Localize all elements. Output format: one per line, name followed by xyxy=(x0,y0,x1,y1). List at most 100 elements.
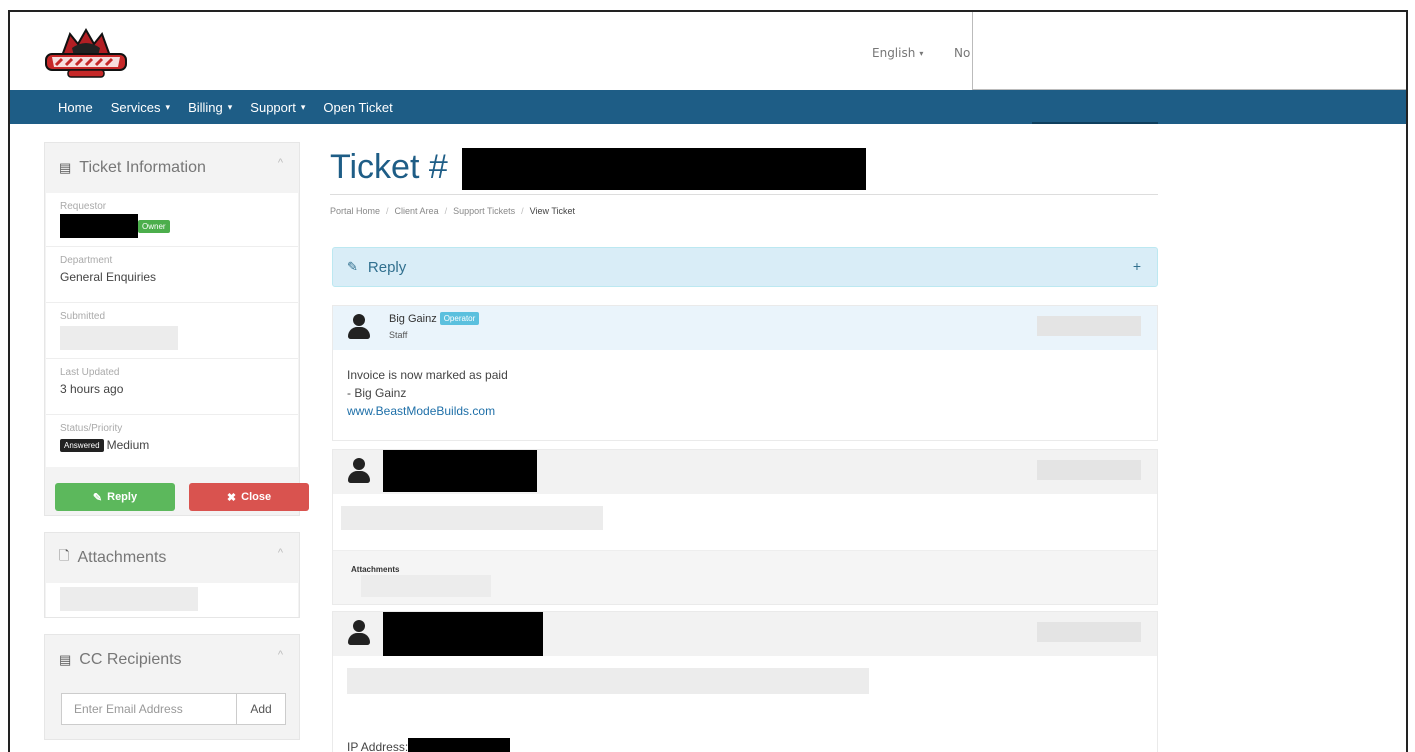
ticket-information-title: Ticket Information xyxy=(79,159,206,176)
staff-message-body: Invoice is now marked as paid - Big Gain… xyxy=(333,350,1157,436)
requestor-label: Requestor xyxy=(60,201,107,212)
breadcrumb-support-tickets[interactable]: Support Tickets xyxy=(453,206,515,216)
ticket-information-panel: ▤ Ticket Information ^ Requestor Owner D… xyxy=(44,142,309,516)
add-button[interactable]: Add xyxy=(236,693,286,725)
breadcrumb: Portal Home / Client Area / Support Tick… xyxy=(330,206,575,216)
nav-support-label: Support xyxy=(250,99,296,115)
owner-badge: Owner xyxy=(138,219,170,233)
client-message-2: IP Address: xyxy=(332,611,1158,752)
nav-open-ticket[interactable]: Open Ticket xyxy=(323,100,392,115)
chevron-up-icon[interactable]: ^ xyxy=(278,157,283,169)
last-updated-value: 3 hours ago xyxy=(60,382,124,396)
nav-services[interactable]: Services ▾ xyxy=(111,100,170,115)
chevron-up-icon[interactable]: ^ xyxy=(278,649,283,661)
attachments-panel: 🗋 Attachments ^ xyxy=(44,532,300,618)
message-date-blurred xyxy=(1037,316,1141,336)
breadcrumb-portal-home[interactable]: Portal Home xyxy=(330,206,380,216)
beastmode-logo[interactable] xyxy=(42,26,130,82)
attachments-body xyxy=(46,583,298,617)
ticket-information-header[interactable]: ▤ Ticket Information ^ xyxy=(45,143,299,193)
staff-message-header: Big Gainz Operator Staff xyxy=(333,306,1157,350)
chevron-down-icon: ▾ xyxy=(919,48,924,58)
status-priority-row: Status/Priority Answered Medium xyxy=(46,415,298,467)
reply-toggle-bar[interactable]: ✎ Reply + xyxy=(332,247,1158,287)
pencil-icon: ✎ xyxy=(92,491,103,504)
staff-name: Big Gainz Operator xyxy=(389,312,480,325)
user-avatar-icon xyxy=(345,456,373,490)
page-title: Ticket # xyxy=(330,148,448,186)
staff-name-text: Big Gainz xyxy=(389,312,437,325)
reply-button[interactable]: ✎ Reply xyxy=(55,483,175,511)
nav-home-label: Home xyxy=(58,99,93,115)
attachments-label: Attachments xyxy=(351,565,400,574)
last-updated-label: Last Updated xyxy=(60,367,120,378)
cc-recipients-panel: ▤ CC Recipients ^ Enter Email Address Ad… xyxy=(44,634,300,740)
department-value: General Enquiries xyxy=(60,270,157,284)
staff-role: Staff xyxy=(389,330,408,340)
reply-bar-label: Reply xyxy=(367,258,407,276)
ip-address-redacted xyxy=(408,738,511,752)
pencil-icon: ✎ xyxy=(347,259,358,274)
nav-services-label: Services xyxy=(110,99,161,115)
department-row: Department General Enquiries xyxy=(46,247,298,303)
language-selector[interactable]: English ▾ xyxy=(872,46,923,60)
user-avatar-icon xyxy=(345,618,373,652)
message-text-blurred xyxy=(341,506,603,530)
attachment-link-blurred[interactable] xyxy=(361,575,491,597)
attachments-title: Attachments xyxy=(77,549,167,566)
cc-icon: ▤ xyxy=(59,652,72,667)
priority-value: Medium xyxy=(106,438,150,452)
client-message-2-body: IP Address: xyxy=(333,656,1157,752)
submitted-value-blurred xyxy=(60,326,178,350)
plus-icon[interactable]: + xyxy=(1133,258,1141,274)
nav-home[interactable]: Home xyxy=(58,100,93,115)
cc-recipients-header[interactable]: ▤ CC Recipients ^ xyxy=(45,635,299,685)
website-link[interactable]: www.BeastModeBuilds.com xyxy=(347,402,1143,420)
email-field[interactable]: Enter Email Address xyxy=(61,693,237,725)
client-name-redacted xyxy=(383,612,543,656)
submitted-label: Submitted xyxy=(60,311,106,322)
user-avatar-icon xyxy=(345,312,373,346)
submitted-row: Submitted xyxy=(46,303,298,359)
client-message-2-header xyxy=(333,612,1157,656)
client-message-1: Attachments xyxy=(332,449,1158,605)
client-name-redacted xyxy=(383,450,537,492)
chevron-up-icon[interactable]: ^ xyxy=(278,547,283,559)
reply-button-label: Reply xyxy=(107,491,138,503)
attachments-row: Attachments xyxy=(333,550,1157,604)
nav-billing-label: Billing xyxy=(188,99,223,115)
breadcrumb-separator: / xyxy=(386,206,389,216)
ticket-information-body: Requestor Owner Department General Enqui… xyxy=(46,193,298,467)
message-line-1: Invoice is now marked as paid xyxy=(347,368,508,382)
title-divider xyxy=(330,194,1158,195)
close-button[interactable]: ✖ Close xyxy=(189,483,309,511)
message-line-2: - Big Gainz xyxy=(347,386,407,400)
message-date-blurred xyxy=(1037,460,1141,480)
breadcrumb-view-ticket: View Ticket xyxy=(529,206,575,216)
ticket-number-redacted xyxy=(462,148,866,190)
ticket-icon: ▤ xyxy=(59,160,72,175)
breadcrumb-separator: / xyxy=(444,206,448,216)
main-navbar: Home Services ▾ Billing ▾ Support ▾ Open… xyxy=(10,90,1406,124)
last-updated-row: Last Updated 3 hours ago xyxy=(46,359,298,415)
obscured-header-region xyxy=(972,12,1406,90)
close-icon: ✖ xyxy=(226,491,237,504)
message-date-blurred xyxy=(1037,622,1141,642)
language-label: English xyxy=(872,46,916,60)
status-priority-label: Status/Priority xyxy=(60,423,123,434)
nav-underline xyxy=(1032,122,1158,124)
breadcrumb-client-area[interactable]: Client Area xyxy=(395,206,439,216)
nav-billing[interactable]: Billing ▾ xyxy=(188,100,232,115)
department-label: Department xyxy=(60,255,113,266)
status-badge: Answered xyxy=(60,438,104,452)
attachment-blurred[interactable] xyxy=(60,587,198,611)
message-text-blurred xyxy=(347,668,869,694)
attachments-header[interactable]: 🗋 Attachments ^ xyxy=(45,533,299,583)
nav-support[interactable]: Support ▾ xyxy=(250,100,305,115)
header-link-partial[interactable]: No xyxy=(954,46,970,60)
browser-frame: English ▾ No Home Services ▾ Billing ▾ S… xyxy=(8,10,1408,752)
file-icon: 🗋 xyxy=(59,548,70,563)
breadcrumb-separator: / xyxy=(521,206,524,216)
operator-badge: Operator xyxy=(439,312,480,325)
staff-message: Big Gainz Operator Staff Invoice is now … xyxy=(332,305,1158,441)
